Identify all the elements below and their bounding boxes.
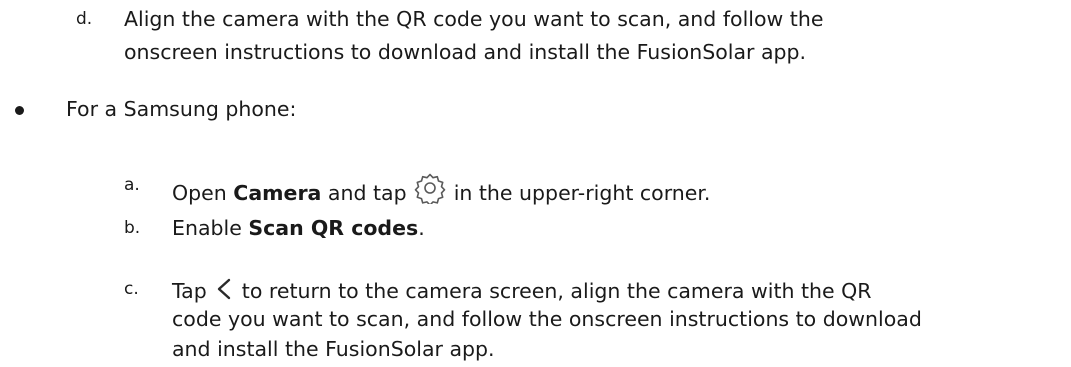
item-b-bold-scan-qr-codes: Scan QR codes: [248, 216, 419, 240]
item-a-pre: Open: [172, 181, 227, 205]
list-marker-c: c.: [124, 279, 139, 299]
back-chevron-icon: [213, 276, 235, 309]
item-c-line-3: and install the FusionSolar app.: [172, 337, 495, 361]
list-marker-b: b.: [124, 218, 141, 238]
list-marker-d: d.: [76, 9, 93, 29]
item-c-pre: Tap: [172, 279, 207, 303]
item-d-line-1: Align the camera with the QR code you wa…: [124, 7, 824, 31]
item-c-line1-post: to return to the camera screen, align th…: [241, 279, 872, 303]
item-c-line-1: Tap to return to the camera screen, alig…: [172, 276, 872, 309]
item-c-line-2: code you want to scan, and follow the on…: [172, 307, 922, 331]
item-a-mid: and tap: [327, 181, 407, 205]
bullet-dot: [15, 106, 24, 115]
list-marker-a: a.: [124, 175, 140, 195]
item-d-line-2: onscreen instructions to download and in…: [124, 40, 807, 64]
item-a-text: Open Camera and tap in the upper-right c…: [172, 172, 710, 211]
item-a-bold-camera: Camera: [233, 181, 322, 205]
item-a-post: in the upper-right corner.: [453, 181, 711, 205]
settings-gear-icon: [413, 172, 447, 211]
item-b-pre: Enable: [172, 216, 242, 240]
samsung-heading: For a Samsung phone:: [66, 97, 297, 121]
item-b-text: Enable Scan QR codes.: [172, 215, 425, 242]
item-b-post: .: [418, 216, 425, 240]
